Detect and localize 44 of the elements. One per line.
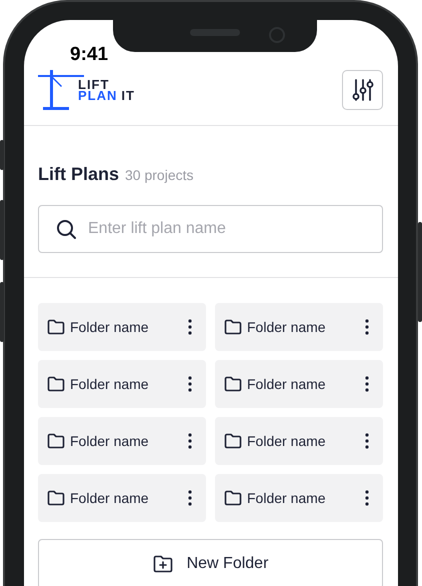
folder-card[interactable]: Folder name <box>215 303 383 351</box>
folder-card[interactable]: Folder name <box>215 474 383 522</box>
folder-icon <box>47 490 65 506</box>
new-folder-button[interactable]: New Folder <box>38 539 383 586</box>
filter-button[interactable] <box>342 70 383 110</box>
folder-card[interactable]: Folder name <box>38 360 206 408</box>
more-vertical-icon <box>365 433 369 449</box>
logo-text: PLAN <box>78 90 118 101</box>
folder-card[interactable]: Folder name <box>215 360 383 408</box>
search-field[interactable]: Enter lift plan name <box>38 205 383 253</box>
folder-icon <box>224 490 242 506</box>
status-time: 9:41 <box>70 44 108 66</box>
folder-name: Folder name <box>70 376 150 392</box>
folder-name: Folder name <box>70 433 150 449</box>
folder-plus-icon <box>152 555 173 573</box>
more-vertical-icon <box>365 490 369 506</box>
folder-icon <box>47 433 65 449</box>
folder-card[interactable]: Folder name <box>38 417 206 465</box>
search-icon <box>56 219 77 240</box>
folder-icon <box>224 319 242 335</box>
more-vertical-icon <box>188 433 192 449</box>
folder-name: Folder name <box>70 319 150 335</box>
more-vertical-icon <box>188 376 192 392</box>
folder-card[interactable]: Folder name <box>38 474 206 522</box>
folder-icon <box>224 376 242 392</box>
folder-icon <box>224 433 242 449</box>
folder-name: Folder name <box>247 490 327 506</box>
folder-card[interactable]: Folder name <box>38 303 206 351</box>
folder-name: Folder name <box>247 376 327 392</box>
more-vertical-icon <box>365 319 369 335</box>
folder-name: Folder name <box>247 319 327 335</box>
more-vertical-icon <box>188 319 192 335</box>
logo-text: LIFT <box>78 79 110 90</box>
logo-text: IT <box>121 90 135 101</box>
folder-name: Folder name <box>70 490 150 506</box>
more-vertical-icon <box>188 490 192 506</box>
sliders-icon <box>352 78 374 102</box>
project-count: 30 projects <box>125 167 194 183</box>
folder-card[interactable]: Folder name <box>215 417 383 465</box>
folder-name: Folder name <box>247 433 327 449</box>
page-title: Lift Plans <box>38 164 120 185</box>
folder-icon <box>47 319 65 335</box>
more-vertical-icon <box>365 376 369 392</box>
folder-icon <box>47 376 65 392</box>
